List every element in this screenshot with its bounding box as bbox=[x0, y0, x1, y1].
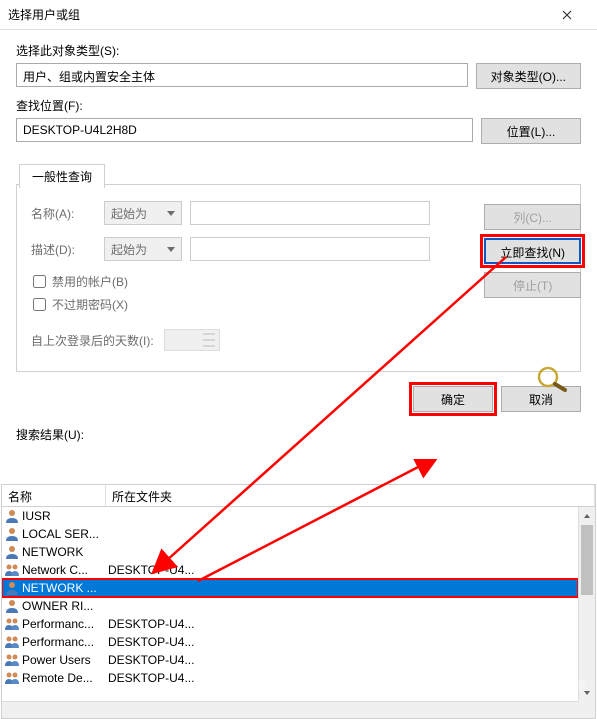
result-row[interactable]: Remote De...DESKTOP-U4... bbox=[2, 669, 578, 687]
user-icon bbox=[4, 598, 20, 614]
result-folder: DESKTOP-U4... bbox=[108, 617, 194, 631]
desc-label: 描述(D): bbox=[31, 241, 96, 258]
group-icon bbox=[4, 634, 20, 650]
location-group: 查找位置(F): DESKTOP-U4L2H8D 位置(L)... bbox=[16, 97, 581, 144]
vertical-scrollbar[interactable] bbox=[578, 507, 595, 718]
result-name: NETWORK bbox=[22, 545, 108, 559]
no-expire-pw-checkbox[interactable] bbox=[33, 298, 46, 311]
no-expire-pw-row[interactable]: 不过期密码(X) bbox=[33, 296, 566, 313]
user-icon bbox=[4, 580, 20, 596]
location-label: 查找位置(F): bbox=[16, 97, 581, 114]
user-icon bbox=[4, 544, 20, 560]
horizontal-scrollbar[interactable] bbox=[2, 701, 578, 718]
ok-button[interactable]: 确定 bbox=[413, 386, 493, 412]
results-rows: IUSRLOCAL SER...NETWORKNetwork C...DESKT… bbox=[2, 507, 578, 718]
desc-input[interactable] bbox=[190, 237, 430, 261]
search-decor-icon bbox=[535, 366, 569, 395]
find-now-button[interactable]: 立即查找(N) bbox=[484, 238, 581, 264]
result-name: Network C... bbox=[22, 563, 108, 577]
footer-buttons: 确定 取消 bbox=[16, 386, 581, 412]
days-row: 自上次登录后的天数(I): bbox=[31, 329, 566, 351]
name-input[interactable] bbox=[190, 201, 430, 225]
close-icon bbox=[562, 10, 572, 20]
results-header: 名称 所在文件夹 bbox=[2, 485, 595, 507]
result-row[interactable]: Performanc...DESKTOP-U4... bbox=[2, 615, 578, 633]
result-folder: DESKTOP-U4... bbox=[108, 635, 194, 649]
group-icon bbox=[4, 562, 20, 578]
object-type-group: 选择此对象类型(S): 用户、组或内置安全主体 对象类型(O)... bbox=[16, 42, 581, 89]
user-icon bbox=[4, 508, 20, 524]
scroll-corner bbox=[578, 701, 595, 718]
user-icon bbox=[4, 526, 20, 542]
result-name: NETWORK ... bbox=[22, 581, 108, 595]
days-spinner[interactable] bbox=[164, 329, 220, 351]
object-types-button[interactable]: 对象类型(O)... bbox=[476, 63, 581, 89]
name-mode-combo[interactable]: 起始为 bbox=[104, 201, 182, 225]
result-folder: DESKTOP-U4... bbox=[108, 653, 194, 667]
result-row[interactable]: IUSR bbox=[2, 507, 578, 525]
days-label: 自上次登录后的天数(I): bbox=[31, 332, 154, 349]
result-row[interactable]: LOCAL SER... bbox=[2, 525, 578, 543]
name-label: 名称(A): bbox=[31, 205, 96, 222]
window-title: 选择用户或组 bbox=[8, 6, 544, 23]
result-row[interactable]: Power UsersDESKTOP-U4... bbox=[2, 651, 578, 669]
disabled-accounts-checkbox[interactable] bbox=[33, 275, 46, 288]
group-icon bbox=[4, 670, 20, 686]
locations-button[interactable]: 位置(L)... bbox=[481, 118, 581, 144]
result-row[interactable]: NETWORK bbox=[2, 543, 578, 561]
stop-button[interactable]: 停止(T) bbox=[484, 272, 581, 298]
result-row[interactable]: OWNER RI... bbox=[2, 597, 578, 615]
titlebar: 选择用户或组 bbox=[0, 0, 597, 30]
result-row[interactable]: NETWORK ... bbox=[2, 579, 578, 597]
result-name: Performanc... bbox=[22, 617, 108, 631]
object-type-field[interactable]: 用户、组或内置安全主体 bbox=[16, 63, 468, 87]
result-row[interactable]: Performanc...DESKTOP-U4... bbox=[2, 633, 578, 651]
result-name: Performanc... bbox=[22, 635, 108, 649]
result-folder: DESKTOP-U4... bbox=[108, 671, 194, 685]
scroll-thumb[interactable] bbox=[581, 525, 593, 595]
results-area: 名称 所在文件夹 IUSR LOCAL SER... NETWORK Network … bbox=[1, 484, 596, 719]
no-expire-pw-label: 不过期密码(X) bbox=[52, 296, 128, 313]
scroll-down-button[interactable] bbox=[579, 684, 595, 701]
result-folder: DESKTOP-U4... bbox=[108, 563, 194, 577]
col-header-name[interactable]: 名称 bbox=[2, 485, 106, 506]
disabled-accounts-label: 禁用的帐户(B) bbox=[52, 273, 128, 290]
location-field[interactable]: DESKTOP-U4L2H8D bbox=[16, 118, 473, 142]
tab-general-query[interactable]: 一般性查询 bbox=[19, 164, 105, 188]
close-button[interactable] bbox=[544, 0, 589, 30]
scroll-up-button[interactable] bbox=[579, 507, 595, 524]
result-row[interactable]: Network C...DESKTOP-U4... bbox=[2, 561, 578, 579]
columns-button[interactable]: 列(C)... bbox=[484, 204, 581, 230]
desc-mode-combo[interactable]: 起始为 bbox=[104, 237, 182, 261]
result-name: Remote De... bbox=[22, 671, 108, 685]
group-icon bbox=[4, 616, 20, 632]
result-name: OWNER RI... bbox=[22, 599, 108, 613]
object-type-label: 选择此对象类型(S): bbox=[16, 42, 581, 59]
result-name: Power Users bbox=[22, 653, 108, 667]
group-icon bbox=[4, 652, 20, 668]
right-button-group: 列(C)... 立即查找(N) 停止(T) bbox=[484, 204, 581, 298]
results-label: 搜索结果(U): bbox=[16, 426, 581, 443]
col-header-folder[interactable]: 所在文件夹 bbox=[106, 485, 595, 506]
result-name: IUSR bbox=[22, 509, 108, 523]
result-name: LOCAL SER... bbox=[22, 527, 108, 541]
